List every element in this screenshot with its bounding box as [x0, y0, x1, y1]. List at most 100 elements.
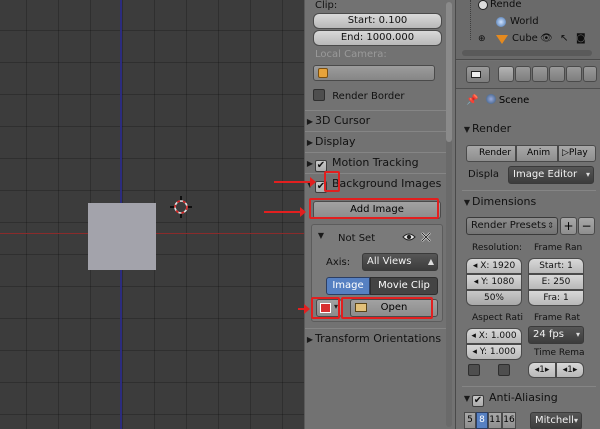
- cube-object[interactable]: [88, 203, 156, 270]
- outliner-item-world-label: World: [510, 16, 539, 27]
- render-border-checkbox[interactable]: [313, 89, 325, 101]
- section-display-label: Display: [315, 135, 356, 148]
- aa-samples-11[interactable]: 11: [488, 412, 502, 429]
- remove-x-icon[interactable]: [420, 231, 432, 243]
- aspect-x-field[interactable]: ◂ X: 1.000: [466, 328, 522, 344]
- tab-movie-clip[interactable]: Movie Clip: [370, 277, 438, 295]
- render-presets-dropdown[interactable]: Render Presets ⇕: [466, 217, 558, 235]
- tab-image[interactable]: Image: [326, 277, 370, 295]
- properties-toolbar: [456, 61, 600, 89]
- 3d-viewport[interactable]: [0, 0, 304, 429]
- clip-end-field[interactable]: End: 1000.000: [313, 30, 442, 46]
- section-anti-aliasing[interactable]: ▼ ✔ Anti-Aliasing: [462, 386, 596, 408]
- render-presets-value: Render Presets: [471, 220, 547, 231]
- aspect-y-field[interactable]: ◂ Y: 1.000: [466, 344, 522, 360]
- section-display[interactable]: ▶ Display: [305, 131, 451, 152]
- clip-start-field[interactable]: Start: 0.100: [313, 13, 442, 29]
- render-button[interactable]: Render: [466, 145, 516, 162]
- dropdown-arrow-icon: ▾: [585, 170, 590, 179]
- display-dropdown[interactable]: Image Editor ▾: [508, 166, 594, 184]
- frame-start-field[interactable]: Start: 1: [528, 258, 584, 274]
- axis-dropdown[interactable]: All Views ▲: [362, 253, 438, 271]
- tab-object-icon[interactable]: [566, 66, 582, 82]
- outliner-scrollbar[interactable]: [462, 50, 592, 56]
- tab-texture-icon[interactable]: [583, 66, 597, 82]
- add-preset-button[interactable]: +: [560, 217, 577, 235]
- local-camera-field[interactable]: [313, 65, 435, 81]
- res-y-value: 1080: [491, 277, 515, 287]
- visibility-eye-icon[interactable]: 👁: [540, 30, 553, 48]
- frame-step-field[interactable]: Fra: 1: [528, 290, 584, 306]
- section-motion-tracking-label: Motion Tracking: [332, 156, 419, 169]
- npanel-scrollbar-thumb[interactable]: [446, 2, 452, 142]
- aa-samples-8[interactable]: 8: [476, 412, 488, 429]
- crop-checkbox[interactable]: [498, 364, 510, 376]
- fps-value: 24 fps: [533, 329, 564, 340]
- dropdown-arrow-icon: ⇕: [547, 221, 554, 230]
- eye-icon[interactable]: [402, 231, 416, 243]
- section-dimensions-label: Dimensions: [472, 195, 537, 208]
- aspect-y-value: 1.000: [489, 347, 516, 357]
- resolution-x-field[interactable]: ◂ X: 1920: [466, 258, 522, 274]
- section-dimensions[interactable]: ▼ Dimensions: [462, 190, 596, 212]
- outliner: Rende World ⊕ Cube 👁 ↖ ◙: [456, 0, 600, 60]
- remap-old-value: 1: [539, 365, 545, 375]
- tab-render-layers-icon[interactable]: [515, 66, 531, 82]
- section-transform-orientations-label: Transform Orientations: [315, 332, 442, 345]
- outliner-item-world[interactable]: World: [456, 13, 600, 31]
- aa-samples-5[interactable]: 5: [464, 412, 476, 429]
- context-path: 📌 Scene: [466, 94, 529, 106]
- remap-new-field[interactable]: ◂1▸: [556, 362, 584, 378]
- tab-scene-icon[interactable]: [532, 66, 548, 82]
- remap-old-field[interactable]: ◂1▸: [528, 362, 556, 378]
- pin-icon[interactable]: 📌: [466, 95, 478, 106]
- anti-aliasing-checkbox[interactable]: ✔: [472, 395, 484, 407]
- resolution-y-field[interactable]: ◂ Y: 1080: [466, 274, 522, 290]
- render-border-label: Render Border: [332, 91, 405, 102]
- arrow-to-checkbox: [274, 177, 316, 187]
- render-camera-icon[interactable]: ◙: [576, 30, 586, 48]
- frame-end-field[interactable]: E: 250: [528, 274, 584, 290]
- select-arrow-icon[interactable]: ↖: [560, 30, 568, 48]
- play-button-label: Play: [568, 148, 588, 158]
- section-transform-orientations[interactable]: ▶ Transform Orientations: [305, 328, 451, 349]
- remap-new-value: 1: [567, 365, 573, 375]
- outliner-item-render-label: Rende: [490, 0, 522, 10]
- render-border-row[interactable]: Render Border: [313, 89, 405, 102]
- remove-preset-button[interactable]: −: [578, 217, 595, 235]
- section-render[interactable]: ▼ Render: [462, 118, 596, 140]
- expand-plus-icon[interactable]: ⊕: [478, 30, 486, 48]
- resolution-percent-field[interactable]: 50%: [466, 290, 522, 306]
- highlight-background-images-checkbox: [324, 171, 340, 192]
- resolution-label: Resolution:: [472, 243, 523, 253]
- context-scene-label: Scene: [498, 95, 530, 106]
- play-button[interactable]: ▷Play: [558, 145, 596, 162]
- bg-image-expand-icon[interactable]: ▼: [316, 231, 326, 240]
- section-3d-cursor-label: 3D Cursor: [315, 114, 371, 127]
- npanel-scrollbar[interactable]: [446, 2, 452, 427]
- highlight-add-image: [309, 198, 439, 219]
- editor-type-button[interactable]: [466, 66, 490, 83]
- cube-object-icon: [496, 35, 508, 44]
- minus-icon: −: [581, 219, 592, 233]
- border-checkbox[interactable]: [468, 364, 480, 376]
- axis-dropdown-value: All Views: [367, 256, 412, 267]
- play-icon: ▷: [562, 148, 569, 158]
- highlight-open: [341, 297, 433, 319]
- tab-render-icon[interactable]: [498, 66, 514, 82]
- 3d-cursor-icon[interactable]: [170, 196, 192, 218]
- animation-button[interactable]: Anim: [516, 145, 558, 162]
- aa-filter-dropdown[interactable]: Mitchell- ▾: [530, 412, 582, 429]
- aa-samples-16[interactable]: 16: [502, 412, 516, 429]
- tab-world-icon[interactable]: [549, 66, 565, 82]
- fps-dropdown[interactable]: 24 fps ▾: [528, 326, 584, 344]
- section-motion-tracking[interactable]: ▶ ✔ Motion Tracking: [305, 152, 451, 173]
- outliner-item-cube[interactable]: ⊕ Cube 👁 ↖ ◙: [456, 30, 600, 48]
- local-camera-label: Local Camera:: [315, 49, 387, 60]
- section-3d-cursor[interactable]: ▶ 3D Cursor: [305, 110, 451, 131]
- axis-label: Axis:: [326, 257, 351, 268]
- render-layers-icon: [478, 0, 488, 10]
- outliner-item-render[interactable]: Rende: [456, 0, 600, 14]
- clip-label: Clip:: [315, 0, 338, 11]
- arrow-to-open: [298, 304, 310, 314]
